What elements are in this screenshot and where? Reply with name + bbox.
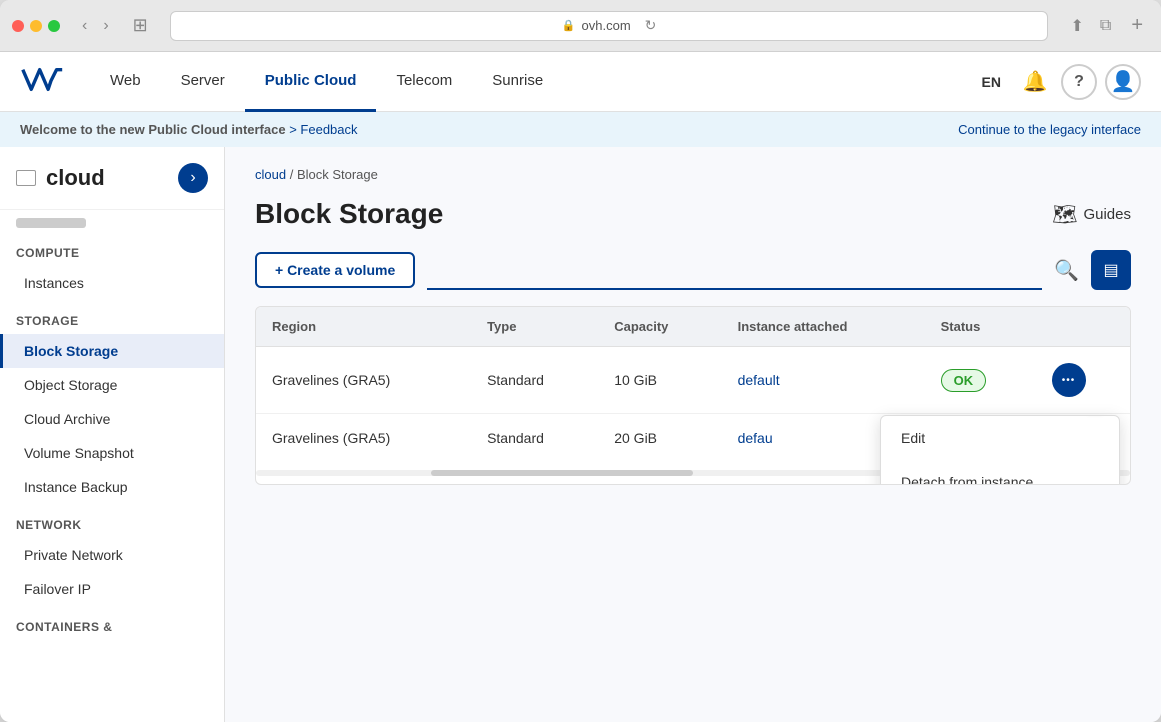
sidebar-cloud-label: cloud	[46, 165, 105, 191]
col-capacity: Capacity	[598, 307, 721, 347]
col-type: Type	[471, 307, 598, 347]
sidebar-icon	[16, 170, 36, 186]
browser-titlebar: ‹ › ⊞ 🔒 ovh.com ↻ ⬆ ⧉ +	[0, 0, 1161, 52]
table-wrapper: Region Type Capacity Instance attached S…	[255, 306, 1131, 485]
sidebar-section-storage: Storage	[0, 300, 224, 334]
instance-link-1[interactable]: default	[738, 372, 780, 388]
sidebar-item-cloud-archive[interactable]: Cloud Archive	[0, 402, 224, 436]
page-title: Block Storage	[255, 198, 443, 230]
nav-buttons: ‹ ›	[76, 13, 115, 39]
sidebar: cloud › Compute Instances Storage Block …	[0, 147, 225, 722]
context-item-detach[interactable]: Detach from instance	[881, 460, 1119, 485]
breadcrumb-separator: /	[290, 167, 297, 182]
ellipsis-icon: •••	[1062, 375, 1076, 386]
sidebar-item-private-network[interactable]: Private Network	[0, 538, 224, 572]
breadcrumb: cloud / Block Storage	[255, 167, 1131, 182]
filter-button[interactable]: ▤	[1091, 250, 1131, 290]
sidebar-item-instances[interactable]: Instances	[0, 266, 224, 300]
col-status: Status	[925, 307, 1036, 347]
filter-icon: ▤	[1103, 260, 1118, 280]
table-row: Gravelines (GRA5) Standard 10 GiB defaul…	[256, 347, 1130, 414]
main-nav: Web Server Public Cloud Telecom Sunrise …	[0, 52, 1161, 112]
sidebar-header: cloud ›	[0, 147, 224, 210]
notifications-button[interactable]: 🔔	[1017, 64, 1053, 100]
sidebar-section-network: Network	[0, 504, 224, 538]
main-content: cloud / Block Storage Block Storage 🗺 Gu…	[225, 147, 1161, 722]
reload-button[interactable]: ↻	[645, 17, 657, 34]
feedback-link[interactable]: > Feedback	[289, 122, 357, 137]
nav-right: EN 🔔 ? 👤	[974, 64, 1141, 100]
forward-button[interactable]: ›	[97, 13, 114, 39]
cell-capacity-1: 10 GiB	[598, 347, 721, 414]
pip-button[interactable]: ⧉	[1094, 12, 1117, 40]
sidebar-item-block-storage[interactable]: Block Storage	[0, 334, 224, 368]
banner-title: Welcome to the new Public Cloud interfac…	[20, 122, 286, 137]
sidebar-item-instance-backup[interactable]: Instance Backup	[0, 470, 224, 504]
cell-region-2: Gravelines (GRA5)	[256, 414, 471, 463]
help-button[interactable]: ?	[1061, 64, 1097, 100]
legacy-link[interactable]: Continue to the legacy interface	[958, 122, 1141, 137]
guides-label: Guides	[1083, 206, 1131, 223]
cell-actions-1: •••	[1036, 347, 1130, 414]
back-button[interactable]: ‹	[76, 13, 93, 39]
cell-instance-1: default	[722, 347, 925, 414]
browser-toolbar-icons: ⬆ ⧉	[1064, 12, 1117, 40]
context-menu: Edit Detach from instance Create a snaps…	[880, 415, 1120, 485]
sidebar-item-volume-snapshot[interactable]: Volume Snapshot	[0, 436, 224, 470]
col-actions	[1036, 307, 1130, 347]
search-icon: 🔍	[1054, 260, 1079, 282]
nav-items: Web Server Public Cloud Telecom Sunrise	[90, 52, 974, 112]
sidebar-expand-button[interactable]: ›	[178, 163, 208, 193]
maximize-button[interactable]	[48, 20, 60, 32]
minimize-button[interactable]	[30, 20, 42, 32]
sidebar-section-containers: Containers &	[0, 606, 224, 640]
sidebar-toggle-button[interactable]: ⊞	[127, 11, 154, 40]
nav-sunrise[interactable]: Sunrise	[472, 52, 563, 112]
toolbar-row: + Create a volume 🔍 ▤	[255, 250, 1131, 290]
guides-icon: 🗺	[1052, 202, 1077, 227]
sidebar-project-bar	[16, 218, 86, 228]
nav-telecom[interactable]: Telecom	[376, 52, 472, 112]
traffic-lights	[12, 20, 60, 32]
user-menu-button[interactable]: 👤	[1105, 64, 1141, 100]
instance-link-2[interactable]: defau	[738, 430, 773, 446]
cell-region-1: Gravelines (GRA5)	[256, 347, 471, 414]
address-bar[interactable]: 🔒 ovh.com ↻	[170, 11, 1049, 41]
breadcrumb-cloud[interactable]: cloud	[255, 167, 286, 182]
content-area: cloud › Compute Instances Storage Block …	[0, 147, 1161, 722]
close-button[interactable]	[12, 20, 24, 32]
search-input[interactable]	[427, 250, 1042, 290]
cell-capacity-2: 20 GiB	[598, 414, 721, 463]
nav-server[interactable]: Server	[161, 52, 245, 112]
banner: Welcome to the new Public Cloud interfac…	[0, 112, 1161, 147]
banner-left: Welcome to the new Public Cloud interfac…	[20, 122, 358, 137]
cell-type-1: Standard	[471, 347, 598, 414]
breadcrumb-current: Block Storage	[297, 167, 378, 182]
action-menu-button-1[interactable]: •••	[1052, 363, 1086, 397]
scroll-thumb	[431, 470, 693, 476]
nav-web[interactable]: Web	[90, 52, 161, 112]
context-menu-arrow	[1087, 415, 1103, 416]
logo[interactable]	[20, 62, 70, 102]
status-badge-1: OK	[941, 369, 987, 392]
guides-button[interactable]: 🗺 Guides	[1052, 202, 1131, 227]
sidebar-item-object-storage[interactable]: Object Storage	[0, 368, 224, 402]
lock-icon: 🔒	[562, 19, 576, 32]
table-header: Region Type Capacity Instance attached S…	[256, 307, 1130, 347]
nav-public-cloud[interactable]: Public Cloud	[245, 52, 377, 112]
sidebar-item-failover-ip[interactable]: Failover IP	[0, 572, 224, 606]
col-region: Region	[256, 307, 471, 347]
cell-status-1: OK	[925, 347, 1036, 414]
url-text: ovh.com	[582, 18, 631, 33]
sidebar-section-compute: Compute	[0, 232, 224, 266]
col-instance: Instance attached	[722, 307, 925, 347]
page-title-row: Block Storage 🗺 Guides	[255, 198, 1131, 230]
language-selector[interactable]: EN	[974, 74, 1009, 90]
create-volume-button[interactable]: + Create a volume	[255, 252, 415, 288]
share-button[interactable]: ⬆	[1064, 12, 1089, 40]
cell-type-2: Standard	[471, 414, 598, 463]
new-tab-button[interactable]: +	[1125, 10, 1149, 41]
context-item-edit[interactable]: Edit	[881, 416, 1119, 460]
search-button[interactable]: 🔍	[1054, 258, 1079, 283]
